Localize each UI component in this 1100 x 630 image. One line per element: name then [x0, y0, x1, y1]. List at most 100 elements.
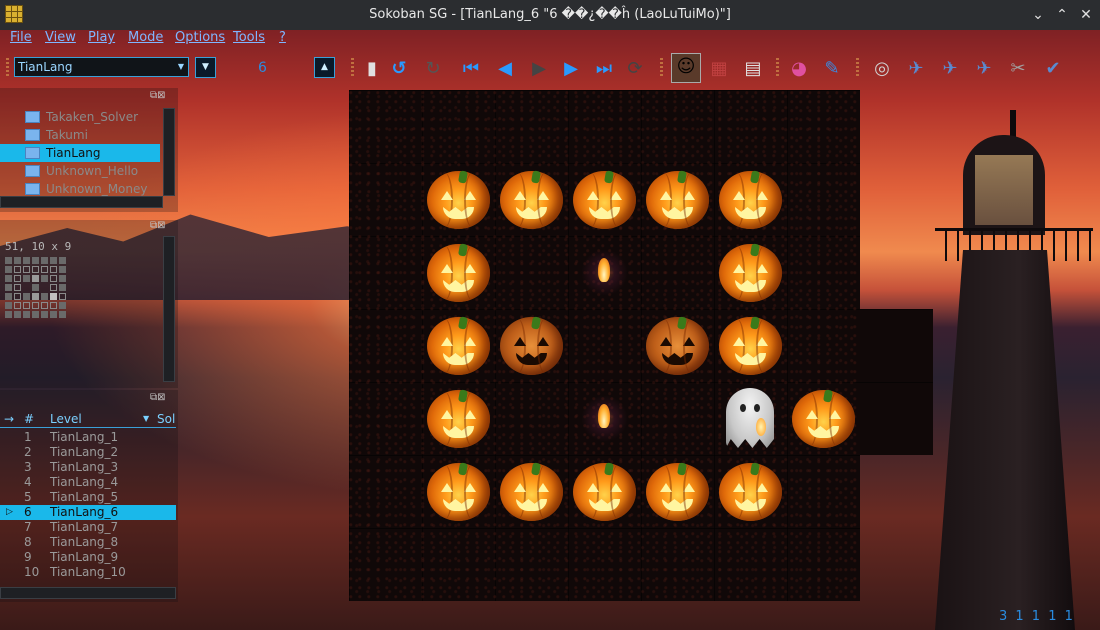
- header-arrow[interactable]: →: [4, 410, 14, 428]
- level-row[interactable]: 2 TianLang_2: [0, 445, 176, 460]
- check-icon[interactable]: ✔: [1040, 56, 1066, 82]
- folder-horizontal-scrollbar[interactable]: [0, 196, 163, 208]
- toolbar-grip[interactable]: [351, 58, 354, 78]
- collection-combo[interactable]: TianLang ▼: [14, 57, 189, 77]
- optimizer-icon[interactable]: ✈: [937, 56, 963, 82]
- wall-cell[interactable]: [568, 163, 641, 236]
- floor-cell[interactable]: [641, 236, 714, 309]
- box-cell[interactable]: [641, 309, 714, 382]
- wall-cell[interactable]: [714, 236, 787, 309]
- wall-cell[interactable]: [641, 163, 714, 236]
- wall-cell[interactable]: [568, 455, 641, 528]
- replay-icon[interactable]: ⟳: [622, 56, 648, 82]
- floor-cell[interactable]: [495, 382, 568, 455]
- wall-cell[interactable]: [422, 309, 495, 382]
- folder-vertical-scrollbar[interactable]: [163, 108, 175, 196]
- floor-cell[interactable]: [349, 382, 422, 455]
- menu-options[interactable]: Options: [175, 30, 225, 45]
- close-button[interactable]: ✕: [1076, 5, 1096, 25]
- floor-cell[interactable]: [568, 309, 641, 382]
- level-row[interactable]: 5 TianLang_5: [0, 490, 176, 505]
- level-list-horizontal-scrollbar[interactable]: [0, 587, 176, 599]
- skin-grid-icon[interactable]: ▦: [706, 56, 732, 82]
- maximize-button[interactable]: ⌃: [1052, 5, 1072, 25]
- header-solution[interactable]: Sol: [157, 410, 175, 428]
- floor-cell[interactable]: [641, 528, 714, 601]
- floor-cell[interactable]: [349, 528, 422, 601]
- generator-icon[interactable]: ✈: [971, 56, 997, 82]
- player-skin-icon[interactable]: ☺: [671, 53, 701, 83]
- floor-cell[interactable]: [714, 528, 787, 601]
- solver-disc-icon[interactable]: ◎: [869, 56, 895, 82]
- floor-cell[interactable]: [787, 455, 860, 528]
- floor-cell[interactable]: [349, 455, 422, 528]
- menu-help[interactable]: ?: [279, 30, 286, 45]
- level-row[interactable]: 9 TianLang_9: [0, 550, 176, 565]
- menu-file[interactable]: File: [10, 30, 32, 45]
- collection-dropdown-button[interactable]: ▼: [195, 57, 216, 78]
- floor-cell[interactable]: [787, 163, 860, 236]
- folder-item-selected[interactable]: TianLang: [0, 144, 160, 162]
- game-board[interactable]: [349, 90, 860, 601]
- toolbar-grip[interactable]: [856, 58, 859, 78]
- wall-cell[interactable]: [422, 163, 495, 236]
- preview-vertical-scrollbar[interactable]: [163, 236, 175, 382]
- wall-cell[interactable]: [422, 382, 495, 455]
- menu-view[interactable]: View: [45, 30, 76, 45]
- panel-float-close-icons[interactable]: ⧉⊠: [150, 392, 166, 403]
- panel-float-close-icons[interactable]: ⧉⊠: [150, 90, 166, 101]
- wall-cell[interactable]: [714, 163, 787, 236]
- header-level[interactable]: Level: [50, 410, 82, 428]
- level-row[interactable]: 3 TianLang_3: [0, 460, 176, 475]
- level-row-selected[interactable]: ▷ 6 TianLang_6: [0, 505, 176, 520]
- wall-cell[interactable]: [495, 163, 568, 236]
- toolbar-grip[interactable]: [6, 58, 9, 78]
- box-cell[interactable]: [495, 309, 568, 382]
- floor-cell[interactable]: [568, 528, 641, 601]
- floor-cell[interactable]: [641, 90, 714, 163]
- step-forward-icon[interactable]: ▶: [558, 56, 584, 82]
- level-up-button[interactable]: ▲: [314, 57, 335, 78]
- folder-item[interactable]: Takumi: [0, 126, 160, 144]
- floor-cell[interactable]: [641, 382, 714, 455]
- panel-float-close-icons[interactable]: ⧉⊠: [150, 220, 166, 231]
- level-row[interactable]: 1 TianLang_1: [0, 430, 176, 445]
- floor-cell[interactable]: [349, 90, 422, 163]
- floor-cell[interactable]: [495, 528, 568, 601]
- document-icon[interactable]: ▤: [740, 56, 766, 82]
- floor-cell[interactable]: [495, 90, 568, 163]
- goal-cell[interactable]: [568, 382, 641, 455]
- play-icon[interactable]: ▶: [526, 56, 552, 82]
- level-row[interactable]: 10 TianLang_10: [0, 565, 176, 580]
- edit-icon[interactable]: ✎: [819, 56, 845, 82]
- player-cell[interactable]: [714, 382, 787, 455]
- wall-cell[interactable]: [787, 382, 860, 455]
- folder-item[interactable]: Takaken_Solver: [0, 108, 160, 126]
- floor-cell[interactable]: [422, 528, 495, 601]
- wall-cell[interactable]: [714, 309, 787, 382]
- floor-cell[interactable]: [714, 90, 787, 163]
- cut-icon[interactable]: ✂: [1005, 56, 1031, 82]
- menu-play[interactable]: Play: [88, 30, 115, 45]
- level-row[interactable]: 7 TianLang_7: [0, 520, 176, 535]
- floor-cell[interactable]: [568, 90, 641, 163]
- floor-cell[interactable]: [787, 528, 860, 601]
- color-wheel-icon[interactable]: ◕: [786, 56, 812, 82]
- goal-cell[interactable]: [568, 236, 641, 309]
- level-row[interactable]: 8 TianLang_8: [0, 535, 176, 550]
- wall-cell[interactable]: [495, 455, 568, 528]
- folder-item[interactable]: Unknown_Hello: [0, 162, 160, 180]
- floor-cell[interactable]: [349, 163, 422, 236]
- menu-tools[interactable]: Tools: [233, 30, 265, 45]
- wall-cell[interactable]: [422, 236, 495, 309]
- joystick-icon[interactable]: ▮: [359, 56, 385, 82]
- undo-icon[interactable]: ↺: [386, 56, 412, 82]
- wall-cell[interactable]: [714, 455, 787, 528]
- toolbar-grip[interactable]: [776, 58, 779, 78]
- floor-cell[interactable]: [495, 236, 568, 309]
- go-last-icon[interactable]: ⏭: [591, 56, 617, 82]
- wall-cell[interactable]: [641, 455, 714, 528]
- solver-icon[interactable]: ✈: [903, 56, 929, 82]
- menu-mode[interactable]: Mode: [128, 30, 163, 45]
- floor-cell[interactable]: [787, 309, 860, 382]
